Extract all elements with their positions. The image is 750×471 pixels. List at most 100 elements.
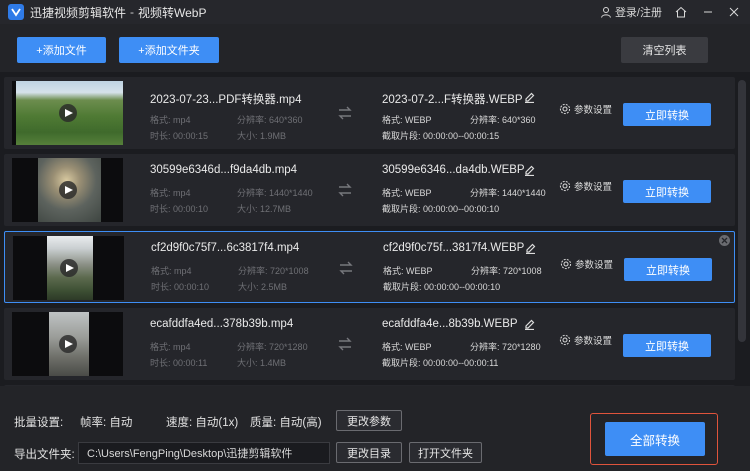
clip-range: 截取片段: 00:00:00--00:00:10 (382, 204, 500, 214)
source-format: 格式: mp4 (150, 115, 191, 125)
output-format: 格式: WEBP (383, 266, 433, 276)
params-settings-button[interactable]: 参数设置 (559, 333, 612, 347)
source-size: 大小: 2.5MB (238, 282, 288, 292)
convert-arrows-icon (338, 183, 352, 197)
minimize-icon (704, 11, 712, 13)
play-icon[interactable] (59, 259, 78, 277)
speed-setting: 速度: 自动(1x) (166, 417, 239, 429)
close-button[interactable] (726, 4, 742, 20)
params-settings-button[interactable]: 参数设置 (559, 179, 612, 193)
change-params-button[interactable]: 更改参数 (336, 410, 402, 431)
play-icon[interactable] (58, 335, 77, 353)
play-icon[interactable] (58, 104, 77, 122)
app-logo-icon (8, 4, 24, 20)
clip-range: 截取片段: 00:00:00--00:00:11 (382, 358, 499, 368)
minimize-button[interactable] (700, 4, 716, 20)
export-path-field[interactable]: C:\Users\FengPing\Desktop\迅捷剪辑软件 (78, 442, 330, 464)
source-size: 大小: 12.7MB (237, 204, 292, 214)
source-format: 格式: mp4 (150, 342, 191, 352)
source-duration: 时长: 00:00:11 (150, 358, 208, 368)
convert-all-highlight: 全部转换 (590, 413, 718, 465)
source-filename: 2023-07-23...PDF转换器.mp4 (150, 94, 302, 106)
home-button[interactable] (673, 4, 689, 20)
bottom-panel: 批量设置: 帧率: 自动 速度: 自动(1x) 质量: 自动(高) 更改参数 导… (0, 386, 750, 471)
output-filename: ecafddfa4e...8b39b.WEBP (382, 318, 518, 330)
source-size: 大小: 1.4MB (237, 358, 287, 368)
source-resolution: 分辨率: 1440*1440 (237, 188, 313, 198)
play-icon[interactable] (58, 181, 77, 199)
output-resolution: 分辨率: 640*360 (470, 115, 536, 125)
clip-range: 截取片段: 00:00:00--00:00:10 (383, 282, 501, 292)
source-resolution: 分辨率: 720*1008 (238, 266, 309, 276)
convert-arrows-icon (339, 261, 353, 275)
convert-arrows-icon (338, 106, 352, 120)
title-bar: 迅捷视频剪辑软件 - 视频转WebP 登录/注册 (0, 0, 750, 24)
output-resolution: 分辨率: 1440*1440 (470, 188, 546, 198)
convert-now-button[interactable]: 立即转换 (623, 334, 711, 357)
video-thumbnail[interactable] (12, 81, 123, 145)
add-file-button[interactable]: +添加文件 (17, 37, 106, 63)
clip-range: 截取片段: 00:00:00--00:00:15 (382, 131, 500, 141)
output-filename: 30599e6346...da4db.WEBP (382, 164, 525, 176)
output-filename: cf2d9f0c75f...3817f4.WEBP (383, 242, 525, 254)
gear-icon (559, 103, 571, 115)
change-directory-button[interactable]: 更改目录 (336, 442, 402, 463)
output-resolution: 分辨率: 720*1280 (470, 342, 541, 352)
video-thumbnail[interactable] (12, 158, 123, 222)
home-icon (675, 6, 687, 18)
source-duration: 时长: 00:00:10 (150, 204, 209, 214)
output-format: 格式: WEBP (382, 115, 432, 125)
params-settings-button[interactable]: 参数设置 (559, 102, 612, 116)
output-format: 格式: WEBP (382, 188, 432, 198)
rename-pencil-icon[interactable] (524, 319, 535, 330)
login-label: 登录/注册 (614, 7, 662, 19)
user-icon (600, 7, 611, 18)
toolbar: +添加文件 +添加文件夹 清空列表 (0, 24, 750, 72)
convert-arrows-icon (338, 337, 352, 351)
source-duration: 时长: 00:00:15 (150, 131, 209, 141)
gear-icon (560, 258, 572, 270)
params-settings-button[interactable]: 参数设置 (560, 257, 613, 271)
batch-settings-label: 批量设置: (14, 417, 64, 429)
convert-now-button[interactable]: 立即转换 (623, 103, 711, 126)
video-thumbnail[interactable] (13, 236, 124, 300)
gear-icon (559, 334, 571, 346)
open-folder-button[interactable]: 打开文件夹 (409, 442, 482, 463)
source-size: 大小: 1.9MB (237, 131, 287, 141)
rename-pencil-icon[interactable] (525, 243, 536, 254)
file-row[interactable]: ecafddfa4ed...378b39b.mp4 格式: mp4 分辨率: 7… (4, 308, 735, 380)
file-row[interactable]: 2023-07-23...PDF转换器.mp4 格式: mp4 分辨率: 640… (4, 77, 735, 149)
convert-all-button[interactable]: 全部转换 (605, 422, 705, 456)
source-filename: ecafddfa4ed...378b39b.mp4 (150, 318, 294, 330)
login-link[interactable]: 登录/注册 (600, 4, 662, 20)
window-subtitle: 视频转WebP (138, 5, 207, 20)
output-format: 格式: WEBP (382, 342, 432, 352)
source-duration: 时长: 00:00:10 (151, 282, 210, 292)
output-resolution: 分辨率: 720*1008 (471, 266, 542, 276)
output-filename: 2023-07-2...F转换器.WEBP (382, 94, 523, 106)
export-folder-label: 导出文件夹: (14, 449, 75, 461)
remove-row-button[interactable] (719, 235, 730, 246)
source-format: 格式: mp4 (151, 266, 192, 276)
rename-pencil-icon[interactable] (524, 92, 535, 103)
file-list: 2023-07-23...PDF转换器.mp4 格式: mp4 分辨率: 640… (0, 72, 750, 386)
add-folder-button[interactable]: +添加文件夹 (119, 37, 219, 63)
close-icon (721, 237, 728, 244)
convert-now-button[interactable]: 立即转换 (623, 180, 711, 203)
convert-now-button[interactable]: 立即转换 (624, 258, 712, 281)
quality-setting: 质量: 自动(高) (250, 417, 322, 429)
file-row-selected[interactable]: cf2d9f0c75f7...6c3817f4.mp4 格式: mp4 分辨率:… (4, 231, 735, 303)
fps-setting: 帧率: 自动 (80, 417, 133, 429)
close-icon (729, 7, 739, 17)
clear-list-button[interactable]: 清空列表 (621, 37, 708, 63)
file-row[interactable]: 30599e6346d...f9da4db.mp4 格式: mp4 分辨率: 1… (4, 154, 735, 226)
source-format: 格式: mp4 (150, 188, 191, 198)
title-separator: - (130, 5, 135, 19)
gear-icon (559, 180, 571, 192)
app-name: 迅捷视频剪辑软件 (30, 5, 127, 20)
rename-pencil-icon[interactable] (524, 165, 535, 176)
source-filename: cf2d9f0c75f7...6c3817f4.mp4 (151, 242, 300, 254)
list-scrollbar[interactable] (738, 80, 746, 342)
video-thumbnail[interactable] (12, 312, 123, 376)
source-filename: 30599e6346d...f9da4db.mp4 (150, 164, 298, 176)
